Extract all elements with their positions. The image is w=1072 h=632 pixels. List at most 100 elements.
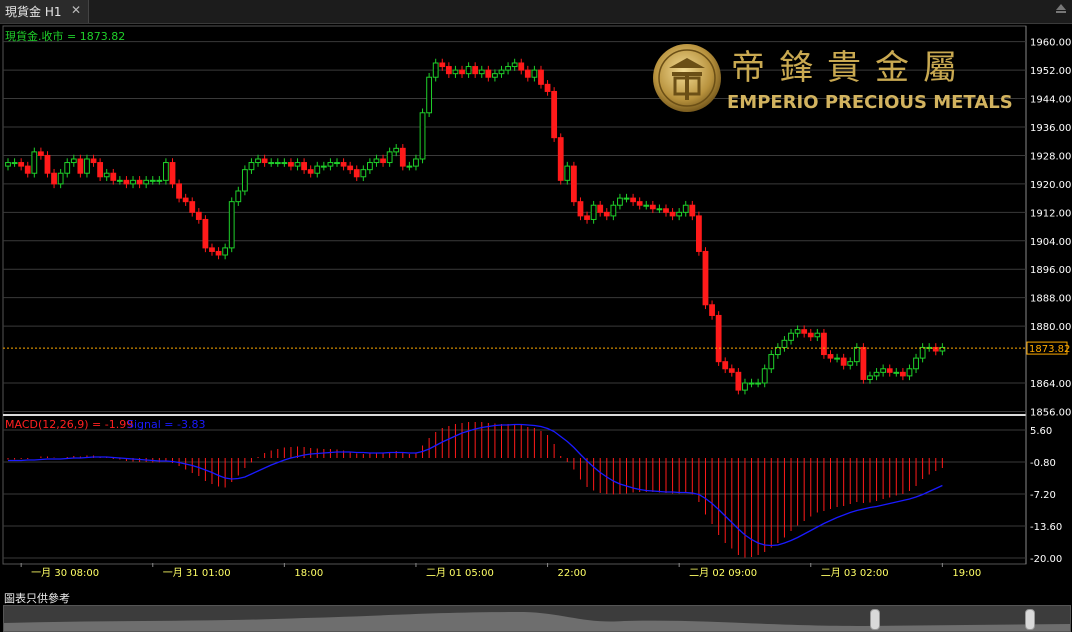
price-tick-label: 1952.00 [1030, 66, 1071, 77]
candle-up [413, 158, 419, 167]
candle-down [202, 218, 209, 249]
close-icon[interactable]: ✕ [71, 3, 81, 17]
candle-down [557, 137, 564, 181]
candle-up [781, 339, 788, 348]
candle-down [439, 62, 446, 68]
price-tick-label: 1944.00 [1030, 95, 1071, 106]
candle-up [643, 204, 650, 207]
candle-up [748, 382, 755, 385]
candle-up [116, 179, 123, 182]
tab-title: 現貨金 H1 [5, 5, 62, 19]
current-price-label: 1873.82 [1029, 344, 1070, 355]
candle-up [360, 169, 367, 178]
candle-up [492, 73, 498, 78]
candle-up [386, 151, 393, 164]
candle-up [367, 162, 373, 171]
candle-down [827, 354, 834, 359]
candle-up [761, 368, 768, 384]
tab-spot-gold-h1[interactable]: 現貨金 H1 ✕ [0, 0, 89, 23]
candle-up [84, 158, 90, 174]
candle-down [709, 304, 715, 316]
candle-up [452, 69, 459, 75]
candle-up [794, 329, 801, 334]
candle-down [459, 69, 465, 75]
price-legend: 現貨金.收市 = 1873.82 [5, 29, 125, 43]
signal-legend: Signal = -3.83 [127, 418, 205, 431]
candle-up [327, 162, 334, 167]
candle-up [906, 368, 913, 377]
time-tick-label: 二月 03 02:00 [821, 567, 889, 579]
candle-down [630, 197, 637, 203]
candle-up [913, 357, 919, 370]
time-tick-label: 二月 02 09:00 [689, 567, 757, 579]
candle-up [676, 211, 683, 217]
candle-up [130, 179, 136, 185]
candle-down [860, 346, 867, 380]
candle-down [399, 147, 406, 167]
candle-down [90, 158, 97, 164]
candle-down [899, 371, 906, 377]
candle-up [11, 162, 18, 165]
candle-up [531, 69, 538, 78]
candle-down [209, 247, 215, 252]
candle-up [373, 158, 380, 164]
price-tick-label: 1912.00 [1030, 208, 1071, 219]
candle-down [18, 162, 25, 167]
brand-logo: 帝鋒貴金屬 EMPERIO PRECIOUS METALS [651, 40, 1021, 120]
candle-up [742, 382, 748, 391]
candle-up [320, 165, 327, 168]
candle-down [123, 179, 130, 185]
macd-tick-label: 5.60 [1030, 426, 1052, 437]
candle-up [847, 361, 854, 366]
candle-down [702, 250, 709, 306]
candle-down [24, 165, 31, 174]
candle-up [64, 162, 71, 174]
candle-up [57, 172, 64, 185]
candle-up [867, 375, 873, 380]
navigator-overview [4, 612, 1070, 631]
navigator-left-handle[interactable] [870, 609, 880, 630]
candle-down [886, 368, 893, 373]
candle-up [564, 165, 571, 181]
candle-up [656, 208, 663, 211]
candle-down [649, 204, 656, 210]
price-tick-label: 1936.00 [1030, 123, 1071, 134]
candle-up [334, 162, 340, 165]
candle-down [663, 208, 669, 213]
time-tick-label: 一月 31 01:00 [163, 567, 231, 579]
candle-up [31, 151, 38, 174]
candle-up [149, 179, 156, 182]
candle-down [669, 211, 676, 217]
candle-down [97, 162, 104, 178]
candle-down [169, 162, 176, 185]
candle-down [801, 329, 808, 334]
candle-up [5, 162, 11, 167]
scroll-to-top-icon[interactable] [1056, 4, 1066, 13]
navigator-right-handle[interactable] [1025, 609, 1035, 630]
price-tick-label: 1904.00 [1030, 237, 1071, 248]
candle-up [228, 201, 235, 249]
price-tick-label: 1888.00 [1030, 294, 1071, 305]
candle-up [505, 66, 511, 71]
price-tick-label: 1880.00 [1030, 322, 1071, 333]
candle-down [821, 332, 827, 356]
tab-bar: 現貨金 H1 ✕ [0, 0, 1072, 24]
candle-up [880, 368, 887, 373]
candle-down [261, 158, 268, 164]
candle-down [380, 158, 386, 164]
candle-down [544, 83, 551, 92]
candle-down [51, 172, 57, 185]
candle-up [426, 76, 433, 114]
candle-down [136, 179, 143, 185]
candle-down [347, 165, 354, 171]
chart-navigator[interactable] [3, 605, 1071, 632]
candle-down [551, 90, 558, 139]
candle-down [215, 250, 222, 256]
candle-up [235, 190, 242, 203]
price-tick-label: 1920.00 [1030, 180, 1071, 191]
time-tick-label: 22:00 [558, 568, 587, 579]
candle-down [472, 66, 479, 75]
candle-down [445, 66, 452, 75]
candle-up [814, 332, 821, 338]
candle-up [432, 62, 439, 78]
